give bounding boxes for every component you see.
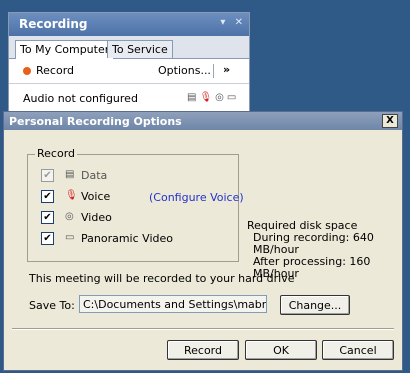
dialog-title: Personal Recording Options [9, 115, 182, 128]
panoramic-icon: ▭ [226, 92, 240, 103]
record-dot-icon [23, 67, 31, 75]
mic-icon: 🎙 [199, 92, 216, 103]
panoramic-icon: ▭ [65, 232, 75, 243]
recording-title: Recording [19, 17, 88, 31]
save-path-field[interactable]: C:\Documents and Settings\mabrams\My [79, 295, 267, 313]
video-label: Video [81, 211, 112, 224]
video-checkbox[interactable]: ✔ [41, 211, 54, 224]
change-button[interactable]: Change... [280, 295, 350, 315]
close-button[interactable]: X [382, 114, 398, 128]
data-icon: ▤ [187, 92, 200, 103]
recording-titlebar: Recording ▾ ✕ [9, 13, 249, 36]
audio-icons: ▤🎙◎▭ [187, 92, 239, 103]
data-icon: ▤ [65, 169, 75, 180]
voice-checkbox[interactable]: ✔ [41, 190, 54, 203]
dialog-titlebar: Personal Recording Options X [4, 112, 402, 130]
ok-button[interactable]: OK [245, 340, 317, 360]
options-button[interactable]: Options... [158, 64, 211, 77]
webcam-icon: ◎ [65, 211, 74, 222]
recording-panel: Recording ▾ ✕ To My Computer To Service … [8, 12, 250, 117]
meeting-message: This meeting will be recorded to your ha… [29, 272, 295, 285]
record-row: Record Options... » [9, 59, 249, 84]
panoramic-video-checkbox[interactable]: ✔ [41, 232, 54, 245]
record-dialog-button[interactable]: Record [167, 340, 239, 360]
group-label: Record [35, 147, 78, 160]
record-groupbox: Record ✔ ▤ Data ✔ 🎙 Voice ✔ ◎ Video ✔ ▭ … [27, 147, 239, 262]
titlebar-controls: ▾ ✕ [214, 17, 243, 28]
personal-recording-options-dialog: Personal Recording Options X Record ✔ ▤ … [3, 111, 403, 371]
audio-row: Audio not configured ▤🎙◎▭ [9, 84, 249, 112]
save-to-label: Save To: [29, 299, 75, 312]
mic-icon: 🎙 [65, 190, 78, 201]
more-button[interactable]: » [223, 63, 230, 76]
audio-status: Audio not configured [23, 92, 138, 105]
tab-to-service[interactable]: To Service [107, 40, 173, 58]
configure-voice-link[interactable]: (Configure Voice) [149, 191, 244, 204]
record-button[interactable]: Record [36, 64, 74, 77]
data-checkbox[interactable]: ✔ [41, 169, 54, 182]
disk-space-info: Required disk space During recording: 64… [247, 220, 402, 280]
tab-to-my-computer[interactable]: To My Computer [15, 40, 115, 59]
cancel-button[interactable]: Cancel [322, 340, 394, 360]
toolbar-separator [213, 64, 214, 78]
disk-space-during: During recording: 640 MB/hour [253, 231, 374, 256]
chevron-down-icon[interactable]: ▾ [220, 17, 225, 28]
voice-label: Voice [81, 190, 111, 203]
panoramic-video-label: Panoramic Video [81, 232, 173, 245]
close-icon[interactable]: ✕ [235, 17, 243, 28]
tab-strip: To My Computer To Service [9, 36, 249, 59]
data-label: Data [81, 169, 108, 182]
webcam-icon: ◎ [215, 92, 227, 103]
divider [12, 328, 394, 330]
